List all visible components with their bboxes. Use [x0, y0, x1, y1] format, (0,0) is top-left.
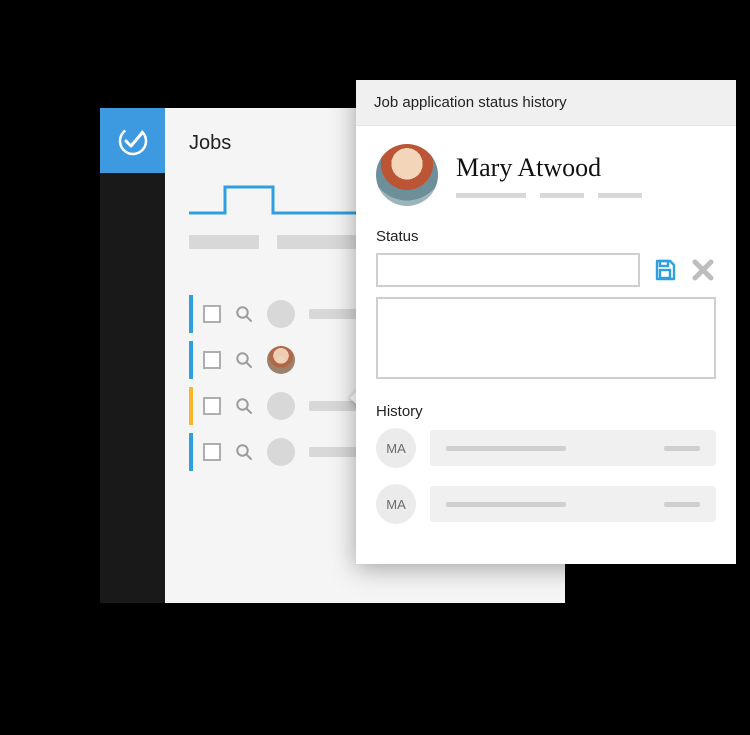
candidate-avatar[interactable] — [267, 392, 295, 420]
cancel-button[interactable] — [690, 257, 716, 283]
row-checkbox[interactable] — [203, 351, 221, 369]
history-item: MA — [376, 484, 716, 524]
checkmark-badge-icon — [116, 124, 150, 158]
history-avatar: MA — [376, 484, 416, 524]
row-checkbox[interactable] — [203, 443, 221, 461]
candidate-avatar[interactable] — [267, 438, 295, 466]
popover-title: Job application status history — [356, 80, 736, 126]
history-text-placeholder — [446, 446, 566, 451]
history-text-placeholder — [446, 502, 566, 507]
history-entry[interactable] — [430, 486, 716, 522]
search-icon[interactable] — [235, 443, 253, 461]
status-input[interactable] — [376, 253, 640, 287]
search-icon[interactable] — [235, 351, 253, 369]
row-checkbox[interactable] — [203, 305, 221, 323]
save-icon — [653, 258, 677, 282]
history-entry[interactable] — [430, 430, 716, 466]
candidate-avatar-large[interactable] — [376, 144, 438, 206]
history-meta-placeholder — [664, 446, 700, 451]
row-checkbox[interactable] — [203, 397, 221, 415]
candidate-avatar[interactable] — [267, 346, 295, 374]
history-avatar: MA — [376, 428, 416, 468]
status-history-popover: Job application status history Mary Atwo… — [356, 80, 736, 564]
search-icon[interactable] — [235, 397, 253, 415]
candidate-meta-placeholders — [456, 193, 716, 198]
history-label: History — [376, 403, 716, 420]
status-notes[interactable] — [376, 297, 716, 379]
candidate-header: Mary Atwood — [376, 144, 716, 206]
candidate-name: Mary Atwood — [456, 153, 716, 183]
save-button[interactable] — [652, 257, 678, 283]
status-label: Status — [376, 228, 716, 245]
app-logo[interactable] — [100, 108, 165, 173]
search-icon[interactable] — [235, 305, 253, 323]
history-meta-placeholder — [664, 502, 700, 507]
sidebar — [100, 108, 165, 603]
candidate-avatar[interactable] — [267, 300, 295, 328]
history-item: MA — [376, 428, 716, 468]
close-icon — [692, 259, 714, 281]
